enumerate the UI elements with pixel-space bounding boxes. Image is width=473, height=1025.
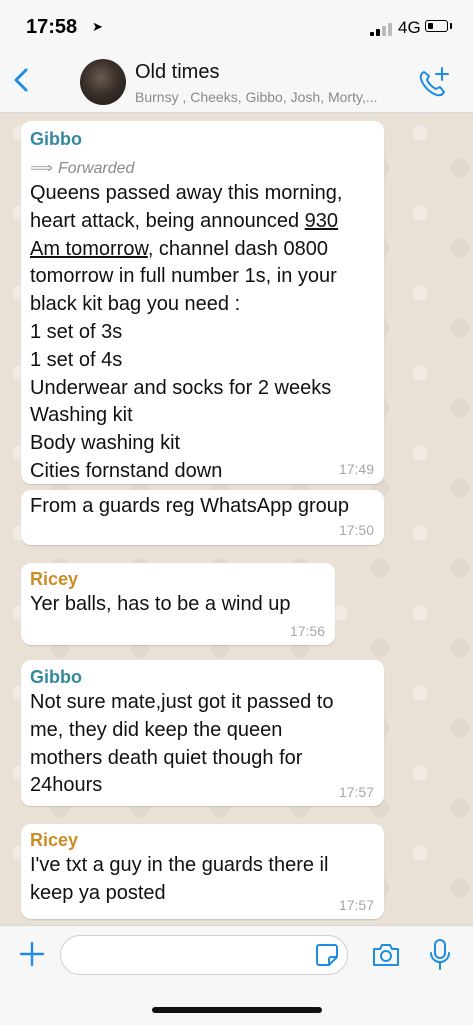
message-time: 17:57	[338, 897, 374, 913]
forward-arrow-icon: ⟹	[30, 160, 53, 177]
chevron-left-icon[interactable]	[10, 62, 32, 103]
location-arrow-icon: ➤	[92, 19, 103, 34]
battery-nub	[450, 23, 452, 29]
add-call-icon[interactable]	[414, 64, 454, 109]
message-sender: Ricey	[30, 569, 79, 589]
message-time: 17:56	[289, 623, 325, 639]
message-text: Queens passed away this morning, heart a…	[30, 180, 342, 486]
message-sender: Ricey	[30, 830, 79, 850]
message-line: black kit bag you need :	[30, 293, 241, 316]
message-text: From a guards reg WhatsApp group	[30, 493, 349, 521]
message-bubble[interactable]: From a guards reg WhatsApp group 17:50	[21, 490, 384, 545]
status-time: 17:58	[26, 16, 78, 38]
message-text: I've txt a guy in the guards there il ke…	[30, 852, 328, 908]
message-line: heart attack, being announced 930	[30, 209, 339, 232]
network-type: 4G	[398, 18, 421, 37]
chat-title[interactable]: Old times	[135, 61, 219, 84]
message-bubble[interactable]: Ricey Yer balls, has to be a wind up 17:…	[21, 563, 335, 645]
message-line: mothers death quiet though for	[30, 746, 303, 769]
message-line: Cities fornstand down	[30, 459, 223, 482]
message-line: 1 set of 4s	[30, 348, 123, 371]
chat-members[interactable]: Burnsy , Cheeks, Gibbo, Josh, Morty,...	[135, 89, 415, 105]
message-text: Not sure mate,just got it passed to me, …	[30, 689, 334, 800]
message-line: 24hours	[30, 774, 103, 797]
message-time: 17:49	[338, 461, 374, 477]
message-bubble[interactable]: Gibbo ⟹ Forwarded Queens passed away this…	[21, 121, 384, 484]
home-indicator[interactable]	[152, 1007, 322, 1013]
chat-header: Old times Burnsy , Cheeks, Gibbo, Josh, …	[0, 54, 473, 113]
message-line: Am tomorrow, channel dash 0800	[30, 237, 328, 260]
camera-icon[interactable]	[371, 941, 401, 974]
chat-area[interactable]: Gibbo ⟹ Forwarded Queens passed away this…	[0, 113, 473, 925]
plus-icon[interactable]	[18, 940, 46, 973]
message-sender: Gibbo	[30, 667, 82, 687]
message-text: Yer balls, has to be a wind up	[30, 591, 291, 619]
message-bubble[interactable]: Gibbo Not sure mate,just got it passed t…	[21, 660, 384, 806]
group-avatar[interactable]	[80, 59, 126, 105]
message-line: Body washing kit	[30, 432, 181, 455]
message-input[interactable]	[73, 944, 307, 968]
message-input-box[interactable]	[60, 935, 348, 975]
microphone-icon[interactable]	[428, 938, 452, 977]
forwarded-label: ⟹ Forwarded	[30, 158, 134, 178]
message-line: me, they did keep the queen	[30, 718, 283, 741]
message-line: tomorrow in full number 1s, in your	[30, 265, 337, 288]
message-line: Yer balls, has to be a wind up	[30, 593, 291, 615]
message-line: Washing kit	[30, 404, 133, 427]
message-line: Underwear and socks for 2 weeks	[30, 376, 332, 399]
message-line: From a guards reg WhatsApp group	[30, 495, 350, 517]
message-line: I've txt a guy in the guards there il	[30, 854, 329, 876]
forwarded-text: Forwarded	[57, 160, 135, 177]
message-line: Not sure mate,just got it passed to	[30, 691, 334, 713]
sticker-icon[interactable]	[314, 942, 340, 973]
message-line: Queens passed away this morning,	[30, 182, 343, 204]
message-time: 17:50	[338, 522, 374, 538]
status-bar: 17:58 ➤ 4G	[0, 0, 473, 54]
message-bubble[interactable]: Ricey I've txt a guy in the guards there…	[21, 824, 384, 919]
message-sender: Gibbo	[30, 129, 82, 149]
message-line: keep ya posted	[30, 881, 166, 904]
battery-icon	[425, 20, 448, 32]
signal-strength-icon	[370, 22, 396, 36]
message-time: 17:57	[338, 784, 374, 800]
message-line: 1 set of 3s	[30, 320, 123, 343]
